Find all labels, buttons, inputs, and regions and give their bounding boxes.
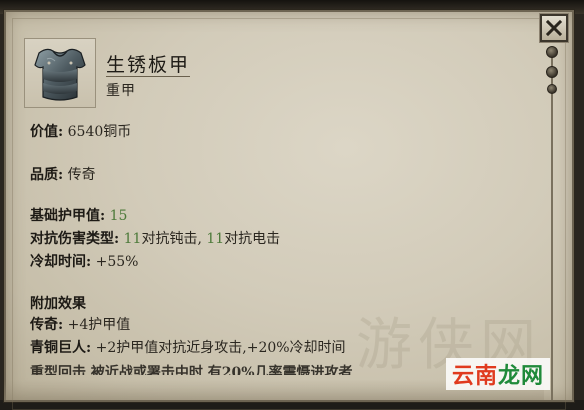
damage-type-1: 对抗钝击, xyxy=(141,231,202,247)
base-armor-row: 基础护甲值: 15 xyxy=(30,206,127,226)
base-armor-label: 基础护甲值: xyxy=(30,208,106,224)
quality-text: 传奇 xyxy=(67,167,96,183)
scroll-knob-small[interactable] xyxy=(547,84,557,94)
effects-header-text: 附加效果 xyxy=(30,296,86,312)
tooltip-frame: 生锈板甲 重甲 价值: 6540铜币 品质: 传奇 基础护甲值: 15 对抗伤害… xyxy=(0,0,584,410)
effects-header: 附加效果 xyxy=(30,294,86,314)
item-name: 生锈板甲 xyxy=(106,54,191,76)
damage-type-row: 对抗伤害类型: 11对抗钝击, 11对抗电击 xyxy=(30,229,280,249)
damage-value-2: 11 xyxy=(206,231,225,247)
rusty-plate-armor-icon xyxy=(34,48,86,101)
cutoff-effect-row: 重型回击 被近战或署击中时 有20%几率震慑进攻者 xyxy=(30,361,353,375)
cooldown-row: 冷却时间: +55% xyxy=(30,252,138,272)
base-armor-value: 15 xyxy=(109,208,128,224)
close-button[interactable] xyxy=(540,14,568,42)
legend-effect-row: 传奇: +4护甲值 xyxy=(30,315,130,335)
cutoff-effect-text: 重型回击 被近战或署击中时 有20%几率震慑进攻者 xyxy=(30,365,353,375)
damage-value-1: 11 xyxy=(123,231,142,247)
scrollbar-track xyxy=(551,56,553,400)
item-type: 重甲 xyxy=(106,83,136,99)
logo-part-2: 龙网 xyxy=(498,364,545,389)
legend-effect-text: +4护甲值 xyxy=(67,317,131,333)
item-name-underline xyxy=(106,76,190,77)
cooldown-value: +55% xyxy=(95,254,139,270)
scroll-up-knob[interactable] xyxy=(546,46,558,58)
legend-effect-label: 传奇: xyxy=(30,317,64,333)
quality-label: 品质: xyxy=(30,167,64,183)
damage-type-2: 对抗电击 xyxy=(224,231,281,247)
cooldown-label: 冷却时间: xyxy=(30,254,92,270)
value-label: 价值: xyxy=(30,124,64,140)
item-icon-frame xyxy=(24,38,96,108)
close-icon xyxy=(545,19,563,37)
quality-row: 品质: 传奇 xyxy=(30,165,96,185)
scrollbar[interactable] xyxy=(546,46,558,400)
bronze-giant-row: 青铜巨人: +2护甲值对抗近身攻击,+20%冷却时间 xyxy=(30,338,346,358)
bronze-giant-text: +2护甲值对抗近身攻击,+20%冷却时间 xyxy=(95,340,346,356)
value-text: 6540铜币 xyxy=(67,124,132,140)
logo-part-1: 云南 xyxy=(452,364,499,389)
damage-type-label: 对抗伤害类型: xyxy=(30,231,120,247)
site-logo: 云南 龙网 xyxy=(446,358,551,390)
value-row: 价值: 6540铜币 xyxy=(30,122,131,142)
scroll-thumb[interactable] xyxy=(546,66,558,78)
bronze-giant-label: 青铜巨人: xyxy=(30,340,92,356)
